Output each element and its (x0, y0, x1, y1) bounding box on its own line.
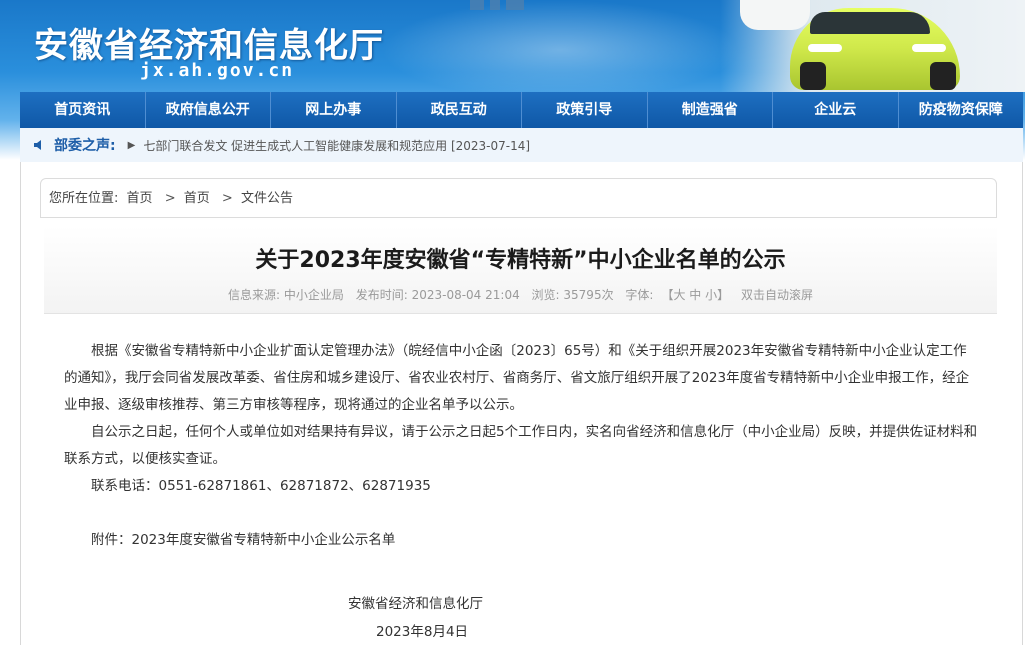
article-header: 关于2023年度安徽省“专精特新”中小企业名单的公示 信息来源: 中小企业局 发… (44, 226, 997, 314)
breadcrumb-link-announcements[interactable]: 文件公告 (241, 191, 293, 206)
banner-sky-glow (380, 0, 740, 100)
site-url: jx.ah.gov.cn (140, 60, 295, 81)
main-nav: 首页资讯 政府信息公开 网上办事 政民互动 政策引导 制造强省 企业云 防疫物资… (20, 92, 1023, 128)
nav-item-enterprise-cloud[interactable]: 企业云 (773, 92, 899, 128)
notice-bar: 部委之声: ▶ 七部门联合发文 促进生成式人工智能健康发展和规范应用 [2023… (20, 128, 1023, 162)
contact-phone: 联系电话：0551-62871861、62871872、62871935 (91, 478, 431, 494)
autoscroll-hint: 双击自动滚屏 (740, 288, 813, 302)
breadcrumb-separator: > (164, 191, 176, 206)
car-wheel-left (800, 62, 826, 90)
breadcrumb-link-home[interactable]: 首页 (127, 191, 153, 206)
nav-item-policy-guidance[interactable]: 政策引导 (522, 92, 648, 128)
article-date: 2023年8月4日 (376, 624, 469, 640)
nav-item-gov-info[interactable]: 政府信息公开 (146, 92, 271, 128)
nav-item-manufacturing[interactable]: 制造强省 (648, 92, 773, 128)
article-views: 浏览: 35795次 (531, 288, 614, 302)
article-published: 发布时间: 2023-08-04 21:04 (355, 288, 520, 302)
article-title: 关于2023年度安徽省“专精特新”中小企业名单的公示 (255, 248, 786, 273)
article-body: 根据《安徽省专精特新中小企业扩面认定管理办法》（皖经信中小企函〔2023〕65号… (64, 338, 980, 554)
breadcrumb: 您所在位置: 首页 > 首页 > 文件公告 (40, 178, 997, 218)
notice-label: 部委之声: (54, 138, 116, 154)
nav-item-public-interaction[interactable]: 政民互动 (397, 92, 522, 128)
car-headlight-right (912, 44, 946, 52)
font-size-label: 字体: (625, 288, 654, 302)
car-windshield (810, 12, 930, 34)
attachment-link[interactable]: 附件：2023年度安徽省专精特新中小企业公示名单 (64, 527, 980, 554)
speaker-icon (34, 140, 41, 150)
article-source: 信息来源: 中小企业局 (228, 288, 344, 302)
article-paragraph: 根据《安徽省专精特新中小企业扩面认定管理办法》（皖经信中小企函〔2023〕65号… (64, 343, 970, 413)
breadcrumb-link-home-2[interactable]: 首页 (184, 191, 210, 206)
font-size-switcher[interactable]: 【大 中 小】 (661, 288, 729, 302)
car-photo-secondary (740, 0, 810, 30)
article-meta: 信息来源: 中小企业局 发布时间: 2023-08-04 21:04 浏览: 3… (44, 286, 997, 303)
nav-item-epidemic-supplies[interactable]: 防疫物资保障 (899, 92, 1024, 128)
breadcrumb-prefix: 您所在位置: (49, 191, 119, 206)
breadcrumb-separator: > (221, 191, 233, 206)
nav-item-online-services[interactable]: 网上办事 (271, 92, 397, 128)
car-headlight-left (808, 44, 842, 52)
car-wheel-right (930, 62, 956, 90)
article-paragraph: 自公示之日起，任何个人或单位如对结果持有异议，请于公示之日起5个工作日内，实名向… (64, 424, 978, 467)
nav-item-home-news[interactable]: 首页资讯 (20, 92, 146, 128)
arrow-right-icon: ▶ (127, 139, 136, 151)
notice-link[interactable]: 七部门联合发文 促进生成式人工智能健康发展和规范应用 [2023-07-14] (143, 137, 530, 154)
signature: 安徽省经济和信息化厅 (348, 596, 483, 612)
